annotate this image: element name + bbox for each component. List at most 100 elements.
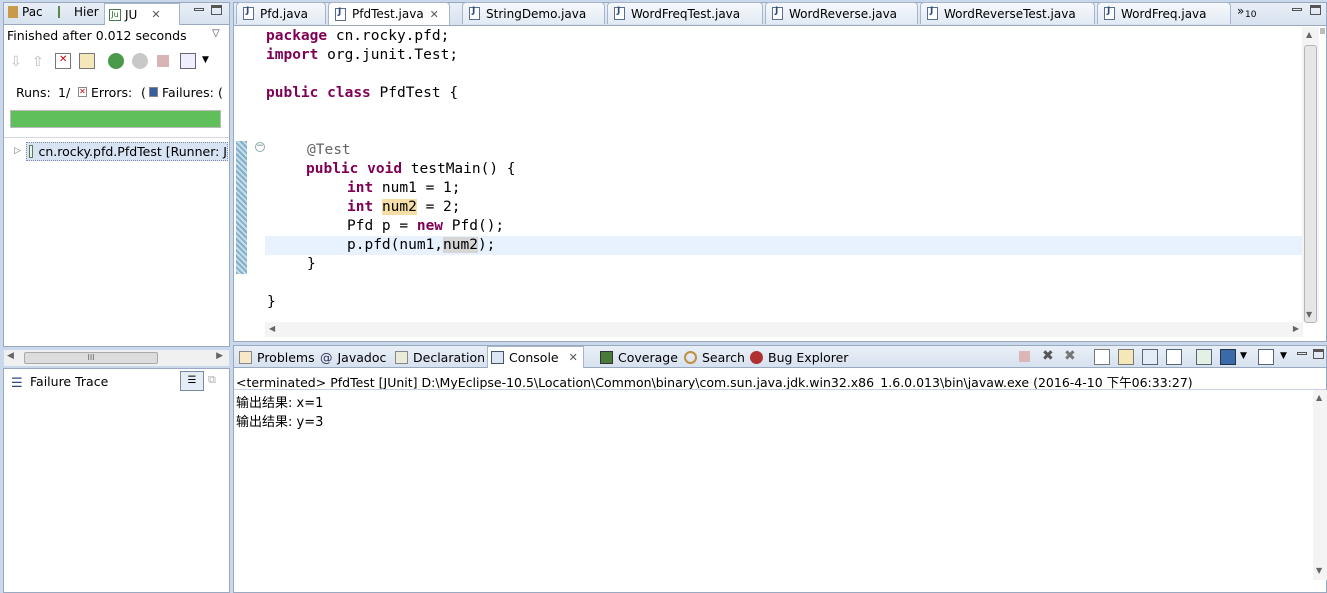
tree-item-test-class[interactable]: cn.rocky.pfd.PfdTest [Runner: J: [26, 142, 228, 161]
tab-junit[interactable]: Ju JU ✕: [104, 3, 180, 25]
pin-console-icon[interactable]: [1166, 349, 1182, 365]
minimize-icon[interactable]: [194, 8, 204, 11]
minimize-icon[interactable]: [1297, 352, 1307, 355]
tab-bug-explorer[interactable]: Bug Explorer: [750, 347, 848, 367]
editor-horizontal-scrollbar[interactable]: ◀ ▶: [265, 322, 1303, 337]
divider: [4, 137, 229, 138]
tab-search[interactable]: Search: [684, 347, 745, 367]
terminate-icon[interactable]: [1019, 351, 1030, 362]
tab-declaration[interactable]: Declaration: [395, 347, 485, 367]
code-line-method-close[interactable]: }: [307, 255, 316, 274]
tab-pfdtest-java[interactable]: PfdTest.java✕: [328, 2, 450, 25]
code-line-package[interactable]: package cn.rocky.pfd;: [266, 27, 449, 46]
test-history-icon[interactable]: [180, 53, 196, 69]
compare-result-icon[interactable]: ⧉: [208, 373, 216, 387]
tab-coverage[interactable]: Coverage: [600, 347, 678, 367]
code-line-new-pfd[interactable]: Pfd p = new Pfd();: [347, 217, 504, 236]
code-line-import[interactable]: import org.junit.Test;: [266, 46, 458, 65]
expand-arrow-icon[interactable]: ▷: [14, 146, 21, 156]
tab-wordfreq-java[interactable]: WordFreq.java: [1097, 2, 1231, 24]
failure-trace-icon: ☰: [11, 376, 23, 391]
code-line-annotation[interactable]: @Test: [307, 141, 351, 160]
filter-stack-icon[interactable]: ☰: [180, 371, 204, 391]
dropdown-arrow-icon[interactable]: ▼: [1280, 351, 1287, 361]
code-line-num2[interactable]: int num2 = 2;: [347, 198, 461, 217]
next-failure-icon[interactable]: ⇩: [10, 54, 26, 70]
horizontal-scrollbar[interactable]: ◀ III ▶: [4, 350, 229, 366]
rerun-test-icon[interactable]: [108, 53, 124, 69]
scroll-right-icon[interactable]: ▶: [1293, 324, 1299, 333]
code-line-method-decl[interactable]: public void testMain() {: [306, 160, 516, 179]
java-file-icon: [772, 6, 783, 20]
display-selected-console-icon[interactable]: [1196, 349, 1212, 365]
error-icon: ✕: [78, 87, 87, 97]
junit-icon: Ju: [109, 8, 121, 21]
java-file-icon: [614, 6, 625, 20]
maximize-icon[interactable]: [1313, 349, 1324, 359]
scroll-up-icon[interactable]: ▲: [1316, 393, 1322, 402]
code-line-class-close[interactable]: }: [267, 293, 276, 312]
failures-value: (: [218, 85, 223, 100]
scroll-down-icon[interactable]: ▼: [1316, 566, 1322, 575]
view-menu-icon[interactable]: ▽: [212, 28, 220, 39]
code-line-class-decl[interactable]: public class PfdTest {: [266, 84, 458, 103]
tab-package-explorer[interactable]: Pac: [8, 5, 43, 19]
test-class-icon: [29, 145, 33, 158]
close-icon[interactable]: ✕: [151, 8, 160, 21]
editor-vertical-scrollbar[interactable]: ▲ ▼: [1302, 27, 1319, 323]
tab-problems[interactable]: Problems: [239, 347, 315, 367]
tab-overflow-icon[interactable]: »: [1237, 4, 1244, 18]
scroll-lock-icon[interactable]: [1118, 349, 1134, 365]
previous-failure-icon[interactable]: ⇧: [32, 54, 48, 70]
console-output-line: 输出结果: x=1: [236, 396, 324, 411]
at-icon: @: [320, 349, 333, 365]
stop-icon[interactable]: [157, 55, 169, 67]
tab-wordreverse-java[interactable]: WordReverse.java: [765, 2, 918, 24]
tab-pfd-java[interactable]: Pfd.java: [236, 2, 326, 24]
runs-value: 1/: [58, 85, 71, 100]
scroll-left-icon[interactable]: ◀: [269, 324, 275, 333]
console-icon: [491, 351, 504, 364]
scroll-right-icon[interactable]: ▶: [216, 351, 223, 361]
tab-hierarchy[interactable]: Hier: [58, 5, 99, 19]
code-line-num1[interactable]: int num1 = 1;: [347, 179, 461, 198]
scroll-down-icon[interactable]: ▼: [1306, 310, 1312, 319]
close-icon[interactable]: ✕: [430, 8, 439, 21]
show-failures-only-icon[interactable]: ✕: [55, 53, 71, 69]
scroll-thumb[interactable]: [1304, 45, 1317, 323]
tab-wordreversetest-java[interactable]: WordReverseTest.java: [920, 2, 1095, 24]
maximize-icon[interactable]: [211, 5, 222, 15]
open-console-icon[interactable]: [1220, 349, 1236, 365]
maximize-icon[interactable]: [1310, 5, 1321, 15]
coverage-icon: [600, 350, 613, 364]
problems-icon: [239, 350, 252, 364]
scroll-thumb[interactable]: III: [24, 352, 158, 364]
junit-status: Finished after 0.012 seconds: [7, 28, 187, 43]
tab-stringdemo-java[interactable]: StringDemo.java: [462, 2, 605, 24]
clear-console-icon[interactable]: [1094, 349, 1110, 365]
new-console-icon[interactable]: [1258, 349, 1274, 365]
tab-console[interactable]: Console ✕: [487, 346, 584, 368]
scroll-up-icon[interactable]: ▲: [1306, 30, 1312, 39]
dropdown-arrow-icon[interactable]: ▼: [202, 55, 209, 65]
tab-javadoc[interactable]: @ Javadoc: [320, 347, 386, 367]
java-file-icon: [335, 7, 346, 21]
console-vertical-scrollbar[interactable]: ▲ ▼: [1313, 390, 1327, 580]
fold-collapse-icon[interactable]: −: [255, 142, 265, 152]
java-file-icon: [927, 6, 938, 20]
code-line-call[interactable]: p.pfd(num1,num2);: [347, 236, 495, 255]
word-wrap-icon[interactable]: [1142, 349, 1158, 365]
search-icon: [684, 350, 697, 364]
minimize-icon[interactable]: [1292, 8, 1302, 11]
close-icon[interactable]: ✕: [569, 351, 578, 364]
remove-all-icon[interactable]: ✖: [1064, 348, 1076, 364]
progress-fill: [11, 111, 220, 127]
errors-label: Errors:: [91, 85, 133, 100]
remove-launch-icon[interactable]: ✖: [1042, 348, 1054, 364]
test-progress-bar: [10, 110, 221, 128]
scroll-lock-icon[interactable]: [79, 53, 95, 69]
rerun-failed-icon[interactable]: [132, 53, 148, 69]
tab-wordfreqtest-java[interactable]: WordFreqTest.java: [607, 2, 763, 24]
scroll-left-icon[interactable]: ◀: [7, 351, 14, 361]
dropdown-arrow-icon[interactable]: ▼: [1240, 351, 1247, 361]
